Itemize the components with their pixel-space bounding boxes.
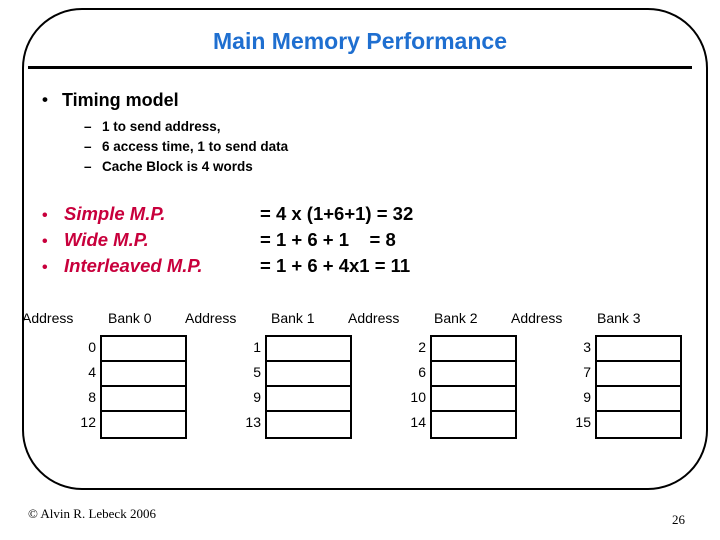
bank-slot [597,337,680,362]
address-cell: 13 [245,414,261,430]
dash-marker-icon: – [84,159,92,174]
address-cell: 12 [80,414,96,430]
bullet-heading: • Timing model [42,88,682,112]
address-cell: 9 [253,389,261,405]
bank-header-group: Address Bank 0 [22,310,185,326]
address-column: 0 4 8 12 [22,335,100,439]
bank-slot [102,412,185,437]
bank-box-column [265,335,352,439]
bank-column-header: Bank 0 [108,310,152,326]
address-cell: 5 [253,364,261,380]
address-cell: 7 [583,364,591,380]
mp-equation: = 4 x (1+6+1) = 32 [260,203,414,224]
bullet-marker-icon: • [42,90,48,109]
list-item-label: Cache Block is 4 words [102,159,253,174]
list-item: • Interleaved M.P. = 1 + 6 + 4x1 = 11 [42,254,682,280]
bank-slot [267,337,350,362]
timing-model-section: • Timing model – 1 to send address, – 6 … [42,88,682,177]
address-column: 1 5 9 13 [187,335,265,439]
list-item-label: 1 to send address, [102,119,221,134]
bank-column-header: Bank 3 [597,310,641,326]
bank-slot [267,387,350,412]
bank-slot [267,412,350,437]
page-number: 26 [672,512,685,527]
bank-group-0: 0 4 8 12 [22,335,187,439]
address-cell: 8 [88,389,96,405]
sub-bullet-list: – 1 to send address, – 6 access time, 1 … [84,117,682,177]
address-cell: 15 [575,414,591,430]
bank-group-2: 2 6 10 14 [352,335,517,439]
bank-group-3: 3 7 9 15 [517,335,682,439]
address-column: 3 7 9 15 [517,335,595,439]
mp-equation: = 1 + 6 + 1 = 8 [260,229,396,250]
list-item: – Cache Block is 4 words [84,157,682,177]
address-column-header: Address [348,310,400,326]
bank-header-group: Address Bank 3 [511,310,674,326]
address-cell: 9 [583,389,591,405]
mp-label: Simple M.P. [64,203,166,224]
dash-marker-icon: – [84,139,92,154]
bank-column-header: Bank 2 [434,310,478,326]
bank-box-column [430,335,517,439]
address-cell: 1 [253,339,261,355]
bank-header-group: Address Bank 1 [185,310,348,326]
address-cell: 2 [418,339,426,355]
bank-body-row: 0 4 8 12 1 5 9 13 2 6 10 14 3 7 9 15 [22,335,712,439]
bank-group-1: 1 5 9 13 [187,335,352,439]
bank-slot [432,387,515,412]
memory-organization-results: • Simple M.P. = 4 x (1+6+1) = 32 • Wide … [42,202,682,280]
bullet-marker-icon: • [42,259,48,276]
bank-slot [597,412,680,437]
address-cell: 0 [88,339,96,355]
bank-slot [102,387,185,412]
list-item: – 1 to send address, [84,117,682,137]
copyright-credit: © Alvin R. Lebeck 2006 [28,506,156,521]
bullet-marker-icon: • [42,207,48,224]
mp-label: Wide M.P. [64,229,149,250]
bullet-marker-icon: • [42,233,48,250]
list-item: • Simple M.P. = 4 x (1+6+1) = 32 [42,202,682,228]
address-cell: 14 [410,414,426,430]
address-cell: 4 [88,364,96,380]
bank-header-group: Address Bank 2 [348,310,511,326]
bullet-heading-label: Timing model [62,90,179,110]
address-column: 2 6 10 14 [352,335,430,439]
bank-column-header: Bank 1 [271,310,315,326]
bank-slot [432,412,515,437]
title-divider [28,66,692,69]
address-cell: 6 [418,364,426,380]
list-item: – 6 access time, 1 to send data [84,137,682,157]
list-item-label: 6 access time, 1 to send data [102,139,289,154]
bank-slot [432,362,515,387]
mp-equation: = 1 + 6 + 4x1 = 11 [260,255,411,276]
address-column-header: Address [511,310,563,326]
bank-header-row: Address Bank 0 Address Bank 1 Address Ba… [22,310,712,326]
bank-slot [267,362,350,387]
memory-bank-diagram: Address Bank 0 Address Bank 1 Address Ba… [22,310,712,439]
bank-slot [597,362,680,387]
dash-marker-icon: – [84,119,92,134]
page-title: Main Memory Performance [213,28,507,54]
list-item: • Wide M.P. = 1 + 6 + 1 = 8 [42,228,682,254]
bank-slot [597,387,680,412]
bank-slot [432,337,515,362]
bank-slot [102,362,185,387]
mp-label: Interleaved M.P. [64,255,203,276]
address-column-header: Address [185,310,237,326]
address-column-header: Address [22,310,74,326]
bank-box-column [595,335,682,439]
bank-box-column [100,335,187,439]
address-cell: 3 [583,339,591,355]
bank-slot [102,337,185,362]
address-cell: 10 [410,389,426,405]
